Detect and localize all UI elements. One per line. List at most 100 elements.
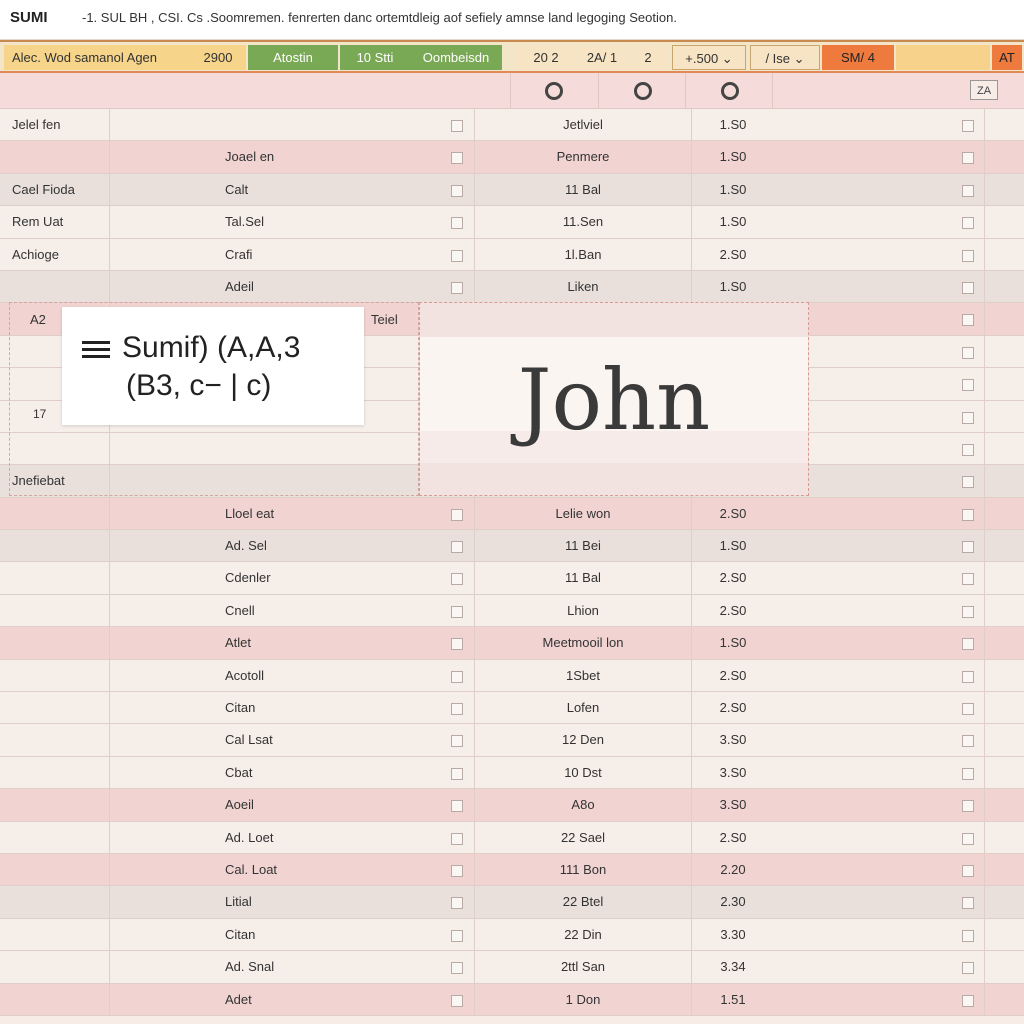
- cell-c[interactable]: 1 Don: [474, 983, 692, 1015]
- row-checkbox[interactable]: [962, 152, 974, 165]
- cell-d[interactable]: 1.S0: [692, 141, 774, 172]
- cell-a[interactable]: [0, 918, 110, 951]
- cell-c[interactable]: 11 Bal: [474, 173, 692, 206]
- cell-b[interactable]: Citan: [110, 919, 446, 950]
- cell-d[interactable]: 2.S0: [692, 822, 774, 853]
- row-checkbox[interactable]: [962, 767, 974, 780]
- autosum-button[interactable]: Atostin: [248, 45, 338, 70]
- name-box-field[interactable]: Alec. Wod samanol Agen: [4, 45, 190, 70]
- row-checkbox[interactable]: [451, 800, 463, 813]
- cell-c[interactable]: A8o: [474, 789, 692, 821]
- cell-a[interactable]: Achioge: [0, 238, 110, 270]
- cell-b[interactable]: Crafi: [110, 239, 446, 270]
- cell-c[interactable]: 2ttl San: [474, 951, 692, 983]
- row-checkbox[interactable]: [451, 929, 463, 942]
- cell-c[interactable]: 22 Sael: [474, 821, 692, 853]
- cell-d[interactable]: 1.S0: [692, 271, 774, 302]
- cell-d[interactable]: 2.S0: [692, 660, 774, 691]
- cell-b[interactable]: Cal Lsat: [110, 724, 446, 755]
- row-checkbox[interactable]: [451, 897, 463, 910]
- cell-c[interactable]: 11.Sen: [474, 206, 692, 238]
- cell-b[interactable]: Tal.Sel: [110, 206, 446, 237]
- row-checkbox[interactable]: [451, 638, 463, 651]
- row-checkbox[interactable]: [962, 864, 974, 877]
- row-checkbox[interactable]: [962, 897, 974, 910]
- cell-c[interactable]: 10 Dst: [474, 756, 692, 789]
- cell-d[interactable]: 1.S0: [692, 206, 774, 237]
- row-checkbox[interactable]: [451, 281, 463, 294]
- cell-c[interactable]: Lofen: [474, 692, 692, 724]
- cell-a[interactable]: [0, 951, 110, 983]
- cell-a[interactable]: Cael Fioda: [0, 173, 110, 206]
- cell-b[interactable]: Joael en: [110, 141, 446, 172]
- count-field[interactable]: 2: [628, 45, 668, 70]
- row-checkbox[interactable]: [962, 735, 974, 748]
- cell-d[interactable]: 1.S0: [692, 530, 774, 561]
- cell-d[interactable]: 2.30: [692, 886, 774, 917]
- row-checkbox[interactable]: [962, 476, 974, 489]
- radio-icon[interactable]: [634, 82, 652, 100]
- cell-c[interactable]: Liken: [474, 270, 692, 303]
- cell-b[interactable]: Ad. Sel: [110, 530, 446, 561]
- cell-a[interactable]: [0, 270, 110, 303]
- cell-a[interactable]: Jelel fen: [0, 109, 110, 141]
- row-checkbox[interactable]: [451, 573, 463, 586]
- cell-d[interactable]: 3.S0: [692, 724, 774, 755]
- cell-c[interactable]: Meetmooil lon: [474, 627, 692, 659]
- combine-button[interactable]: Oombeisdn: [410, 45, 502, 70]
- row-checkbox[interactable]: [962, 929, 974, 942]
- cell-c[interactable]: 1l.Ban: [474, 238, 692, 270]
- cell-c[interactable]: 11 Bei: [474, 530, 692, 562]
- radio-icon[interactable]: [545, 82, 563, 100]
- row-checkbox[interactable]: [962, 314, 974, 327]
- cell-a[interactable]: [0, 983, 110, 1015]
- cell-c[interactable]: 11 Bal: [474, 562, 692, 594]
- cell-b[interactable]: Ad. Loet: [110, 822, 446, 853]
- cell-b[interactable]: Aoeil: [110, 789, 446, 820]
- cell-d[interactable]: 1.S0: [692, 174, 774, 205]
- cell-d[interactable]: 3.30: [692, 919, 774, 950]
- cell-b[interactable]: Ad. Snal: [110, 951, 446, 982]
- cell-b[interactable]: [110, 109, 446, 140]
- menu-icon[interactable]: [82, 341, 110, 359]
- cell-c[interactable]: Penmere: [474, 141, 692, 173]
- row-checkbox[interactable]: [962, 508, 974, 521]
- cell-c[interactable]: Lelie won: [474, 497, 692, 530]
- row-checkbox[interactable]: [962, 541, 974, 554]
- row-checkbox[interactable]: [451, 864, 463, 877]
- row-checkbox[interactable]: [451, 120, 463, 132]
- row-checkbox[interactable]: [451, 152, 463, 165]
- cell-a[interactable]: Rem Uat: [0, 206, 110, 238]
- row-checkbox[interactable]: [451, 217, 463, 230]
- row-checkbox[interactable]: [451, 994, 463, 1007]
- cell-d[interactable]: 2.S0: [692, 239, 774, 270]
- row-checkbox[interactable]: [962, 120, 974, 132]
- zoom-field[interactable]: 20 2: [516, 45, 576, 70]
- cell-a[interactable]: [0, 789, 110, 821]
- row-checkbox[interactable]: [451, 767, 463, 780]
- cell-b[interactable]: Adet: [110, 984, 446, 1015]
- row-checkbox[interactable]: [962, 411, 974, 424]
- formula-popup[interactable]: Sumif) (A,A,3 (B3, c− | c): [62, 307, 364, 425]
- cell-d[interactable]: 1.51: [692, 984, 774, 1015]
- row-checkbox[interactable]: [962, 703, 974, 716]
- row-checkbox[interactable]: [451, 670, 463, 683]
- row-checkbox[interactable]: [451, 541, 463, 554]
- at-button[interactable]: AT: [992, 45, 1022, 70]
- cell-d[interactable]: 2.20: [692, 854, 774, 885]
- cell-a[interactable]: [0, 886, 110, 918]
- row-checkbox[interactable]: [962, 379, 974, 392]
- sum-button[interactable]: SM/ 4: [822, 45, 894, 70]
- cell-b[interactable]: Lloel eat: [110, 498, 446, 529]
- row-checkbox[interactable]: [962, 994, 974, 1007]
- row-checkbox[interactable]: [962, 184, 974, 197]
- cell-d[interactable]: 2.S0: [692, 692, 774, 723]
- cell-c[interactable]: 22 Din: [474, 918, 692, 951]
- row-checkbox[interactable]: [451, 832, 463, 845]
- cell-a[interactable]: [0, 530, 110, 562]
- corner-label[interactable]: ZA: [970, 80, 998, 100]
- cell-d[interactable]: 3.34: [692, 951, 774, 982]
- cell-b[interactable]: Cdenler: [110, 562, 446, 593]
- cell-a[interactable]: [0, 141, 110, 173]
- cell-a[interactable]: [0, 594, 110, 627]
